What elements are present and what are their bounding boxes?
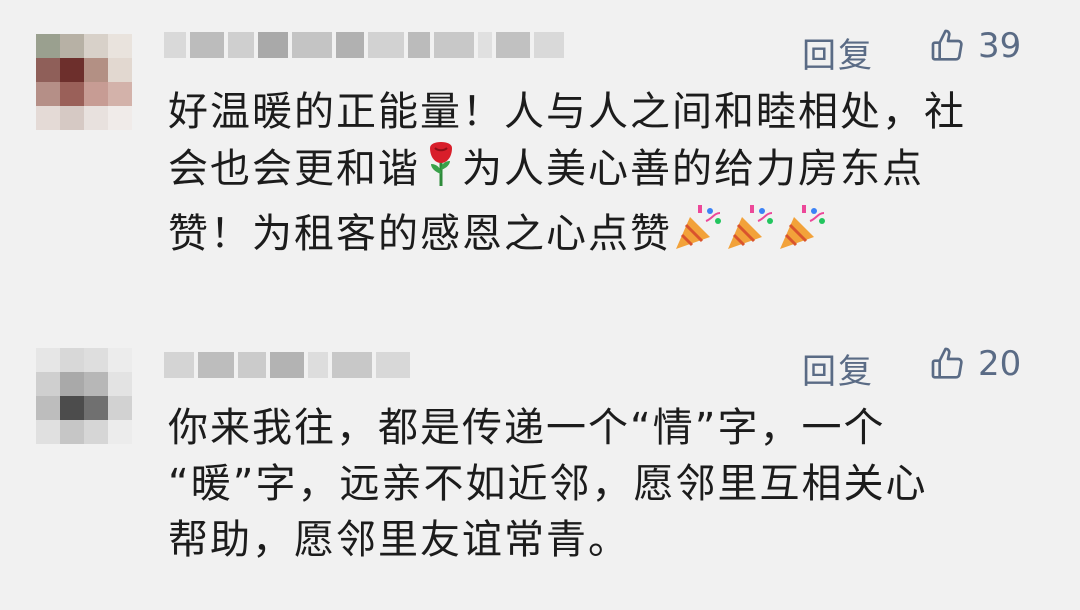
comment-text-line-1: 好温暖的正能量！人与人之间和睦相处，社 bbox=[168, 89, 966, 135]
comment-text-line-1: 你来我往，都是传递一个“情”字，一个 bbox=[168, 405, 886, 451]
like-count: 39 bbox=[978, 26, 1022, 66]
like-count: 20 bbox=[978, 344, 1022, 384]
comment-text-line-3: 为人美心善的给力房东点 bbox=[462, 146, 924, 192]
rose-emoji bbox=[420, 140, 462, 203]
like-button[interactable]: 39 bbox=[928, 26, 1021, 66]
comment-item-1: 回复 39 好温暖的正能量！人与人之间和睦相处，社 会也会更和谐 为人美心善的给力… bbox=[0, 0, 1080, 300]
comment-text-line-2: 会也会更和谐 bbox=[168, 146, 420, 192]
reply-button[interactable]: 回复 bbox=[802, 344, 874, 393]
comment-text-line-3: 帮助，愿邻里友谊常青。 bbox=[168, 517, 630, 563]
party-popper-emoji bbox=[776, 203, 828, 268]
comment-text-line-4: 赞！为租客的感恩之心点赞 bbox=[168, 211, 672, 257]
reply-button[interactable]: 回复 bbox=[802, 28, 874, 77]
avatar[interactable] bbox=[36, 34, 132, 130]
comment-text: 你来我往，都是传递一个“情”字，一个 “暖”字，远亲不如近邻，愿邻里互相关心 帮… bbox=[168, 400, 1048, 568]
nickname-blurred[interactable] bbox=[164, 350, 584, 380]
party-popper-emoji bbox=[672, 203, 724, 268]
thumbs-up-icon bbox=[931, 29, 963, 61]
comment-text-line-2: “暖”字，远亲不如近邻，愿邻里互相关心 bbox=[168, 461, 928, 507]
like-button[interactable]: 20 bbox=[928, 344, 1021, 384]
party-popper-emoji bbox=[724, 203, 776, 268]
comment-text: 好温暖的正能量！人与人之间和睦相处，社 会也会更和谐 为人美心善的给力房东点 赞！… bbox=[168, 84, 1048, 268]
nickname-blurred[interactable] bbox=[164, 30, 584, 60]
avatar[interactable] bbox=[36, 348, 132, 444]
thumbs-up-icon bbox=[931, 347, 963, 379]
